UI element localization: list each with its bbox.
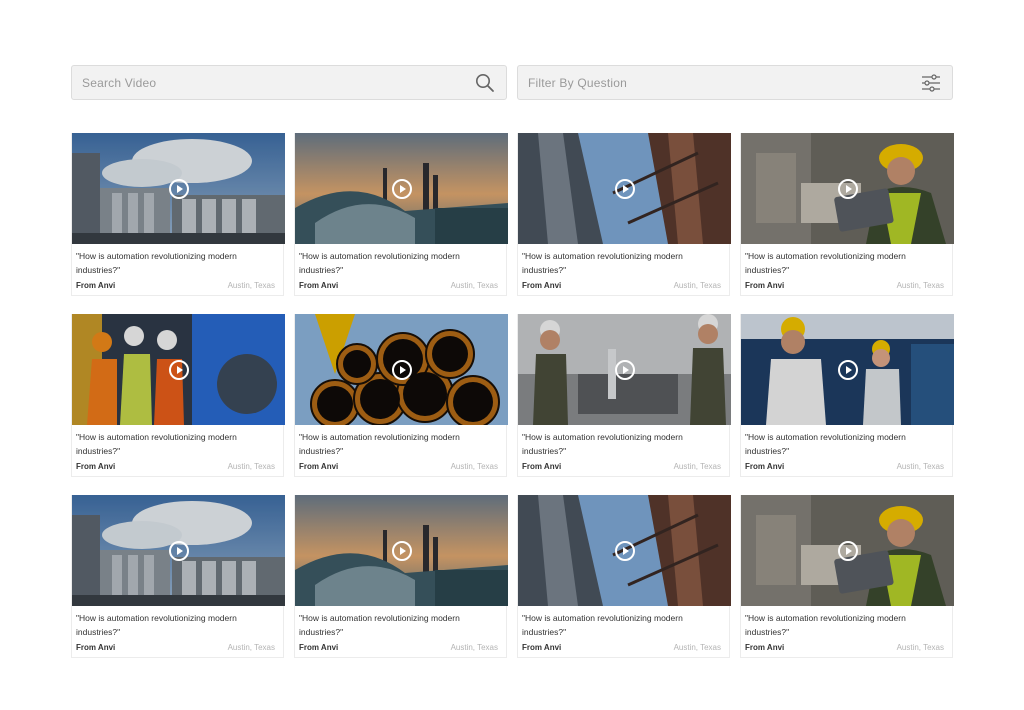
video-thumbnail[interactable] [741,495,954,606]
filter-input[interactable]: Filter By Question [517,65,953,100]
video-meta: From Anvi Austin, Texas [741,462,952,471]
video-card[interactable]: "How is automation revolutionizing moder… [71,314,285,477]
play-icon[interactable] [837,540,858,561]
video-meta: From Anvi Austin, Texas [518,281,729,290]
video-thumbnail[interactable] [72,133,285,244]
video-meta: From Anvi Austin, Texas [741,281,952,290]
search-icon[interactable] [474,72,496,94]
video-question: "How is automation revolutionizing moder… [299,432,460,456]
video-author: From Anvi [745,643,785,652]
video-author: From Anvi [299,643,339,652]
play-icon[interactable] [614,178,635,199]
video-location: Austin, Texas [450,462,498,471]
video-thumbnail[interactable] [72,314,285,425]
video-card[interactable]: "How is automation revolutionizing moder… [740,495,954,658]
video-location: Austin, Texas [227,462,275,471]
video-author: From Anvi [522,281,562,290]
video-card[interactable]: "How is automation revolutionizing moder… [740,314,954,477]
video-meta: From Anvi Austin, Texas [518,643,729,652]
video-thumbnail[interactable] [518,314,731,425]
video-question: "How is automation revolutionizing moder… [745,432,906,456]
video-location: Austin, Texas [673,281,721,290]
video-card[interactable]: "How is automation revolutionizing moder… [517,133,731,296]
video-meta: From Anvi Austin, Texas [295,643,506,652]
video-card[interactable]: "How is automation revolutionizing moder… [71,495,285,658]
video-meta: From Anvi Austin, Texas [518,462,729,471]
video-meta: From Anvi Austin, Texas [72,281,283,290]
video-location: Austin, Texas [227,643,275,652]
video-location: Austin, Texas [896,281,944,290]
video-thumbnail[interactable] [295,314,508,425]
play-icon[interactable] [168,540,189,561]
video-grid: "How is automation revolutionizing moder… [71,133,954,658]
video-question: "How is automation revolutionizing moder… [299,613,460,637]
video-author: From Anvi [745,281,785,290]
video-meta: From Anvi Austin, Texas [741,643,952,652]
video-thumbnail[interactable] [741,133,954,244]
video-location: Austin, Texas [450,281,498,290]
video-card[interactable]: "How is automation revolutionizing moder… [517,495,731,658]
video-meta: From Anvi Austin, Texas [72,462,283,471]
video-thumbnail[interactable] [295,495,508,606]
video-author: From Anvi [76,281,116,290]
video-card[interactable]: "How is automation revolutionizing moder… [740,133,954,296]
video-location: Austin, Texas [896,643,944,652]
video-location: Austin, Texas [227,281,275,290]
video-card[interactable]: "How is automation revolutionizing moder… [517,314,731,477]
video-thumbnail[interactable] [741,314,954,425]
video-thumbnail[interactable] [72,495,285,606]
video-author: From Anvi [745,462,785,471]
video-meta: From Anvi Austin, Texas [295,462,506,471]
video-question: "How is automation revolutionizing moder… [299,251,460,275]
video-question: "How is automation revolutionizing moder… [522,251,683,275]
video-author: From Anvi [299,462,339,471]
play-icon[interactable] [168,359,189,380]
video-question: "How is automation revolutionizing moder… [76,432,237,456]
video-thumbnail[interactable] [295,133,508,244]
sliders-icon[interactable] [920,72,942,94]
video-meta: From Anvi Austin, Texas [72,643,283,652]
video-question: "How is automation revolutionizing moder… [522,613,683,637]
play-icon[interactable] [391,540,412,561]
video-question: "How is automation revolutionizing moder… [745,613,906,637]
play-icon[interactable] [614,540,635,561]
play-icon[interactable] [391,359,412,380]
video-location: Austin, Texas [450,643,498,652]
video-card[interactable]: "How is automation revolutionizing moder… [294,314,508,477]
video-author: From Anvi [522,643,562,652]
video-question: "How is automation revolutionizing moder… [745,251,906,275]
video-location: Austin, Texas [673,462,721,471]
filter-placeholder: Filter By Question [528,75,627,90]
video-location: Austin, Texas [673,643,721,652]
play-icon[interactable] [837,359,858,380]
video-author: From Anvi [522,462,562,471]
search-placeholder: Search Video [82,75,157,90]
search-bar: Search Video Filter By Question [71,65,953,100]
video-author: From Anvi [299,281,339,290]
video-card[interactable]: "How is automation revolutionizing moder… [71,133,285,296]
search-input[interactable]: Search Video [71,65,507,100]
video-card[interactable]: "How is automation revolutionizing moder… [294,133,508,296]
video-author: From Anvi [76,643,116,652]
video-author: From Anvi [76,462,116,471]
video-location: Austin, Texas [896,462,944,471]
play-icon[interactable] [168,178,189,199]
video-question: "How is automation revolutionizing moder… [76,613,237,637]
video-question: "How is automation revolutionizing moder… [522,432,683,456]
video-thumbnail[interactable] [518,495,731,606]
video-card[interactable]: "How is automation revolutionizing moder… [294,495,508,658]
video-question: "How is automation revolutionizing moder… [76,251,237,275]
video-meta: From Anvi Austin, Texas [295,281,506,290]
video-thumbnail[interactable] [518,133,731,244]
play-icon[interactable] [614,359,635,380]
play-icon[interactable] [391,178,412,199]
play-icon[interactable] [837,178,858,199]
